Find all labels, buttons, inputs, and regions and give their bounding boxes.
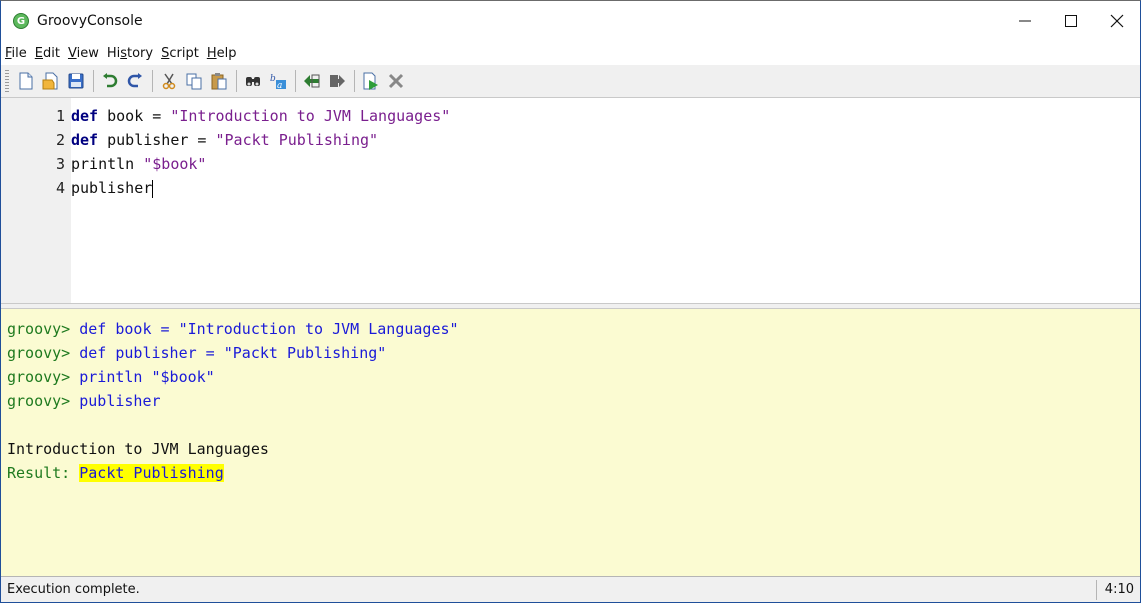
save-button[interactable]	[65, 70, 87, 92]
run-script-icon	[363, 72, 378, 90]
menu-history[interactable]: History	[107, 46, 153, 61]
maximize-button[interactable]	[1048, 1, 1094, 41]
toolbar-separator	[93, 70, 94, 92]
replace-icon: ba	[270, 74, 286, 90]
toolbar: ba	[1, 65, 1140, 98]
toolbar-separator	[354, 70, 355, 92]
history-next-icon	[330, 75, 345, 87]
window-controls	[1002, 1, 1140, 41]
svg-text:b: b	[270, 74, 276, 84]
undo-button[interactable]	[99, 70, 121, 92]
menu-help[interactable]: Help	[207, 46, 237, 61]
paste-button[interactable]	[208, 70, 230, 92]
status-message: Execution complete.	[7, 582, 140, 597]
minimize-button[interactable]	[1002, 1, 1048, 41]
console-prompt: groovy>	[7, 320, 71, 338]
code-area[interactable]: def book = "Introduction to JVM Language…	[71, 98, 1140, 303]
save-icon	[68, 73, 84, 89]
find-icon	[246, 77, 260, 86]
line-number: 2	[55, 131, 65, 149]
maximize-icon	[1065, 15, 1077, 27]
find-button[interactable]	[242, 70, 264, 92]
groovy-app-icon: G	[13, 13, 29, 29]
line-number: 3	[55, 155, 65, 173]
redo-button[interactable]	[124, 70, 146, 92]
caret-position: 4:10	[1095, 579, 1140, 600]
console-prompt: groovy>	[7, 344, 71, 362]
paste-icon	[211, 73, 227, 90]
new-file-button[interactable]	[15, 70, 37, 92]
line-number-gutter: 1 2 3 4	[1, 98, 71, 303]
keyword: def	[71, 131, 99, 149]
string-literal: "Packt Publishing"	[215, 131, 379, 149]
replace-button[interactable]: ba	[267, 70, 289, 92]
toolbar-separator	[236, 70, 237, 92]
string-literal: "$book"	[143, 155, 207, 173]
result-label: Result:	[7, 464, 80, 482]
window-title: GroovyConsole	[37, 13, 143, 29]
undo-icon	[103, 73, 118, 88]
minimize-icon	[1019, 20, 1031, 22]
output-pane[interactable]: groovy> def book = "Introduction to JVM …	[1, 309, 1140, 578]
code-line[interactable]: def book = "Introduction to JVM Language…	[71, 104, 1140, 128]
text-caret	[152, 179, 154, 198]
cut-button[interactable]	[158, 70, 180, 92]
close-button[interactable]	[1094, 1, 1140, 41]
menu-view[interactable]: View	[68, 46, 99, 61]
console-prompt: groovy>	[7, 392, 71, 410]
output-command-line: groovy> publisher	[7, 392, 161, 410]
keyword: def	[71, 107, 99, 125]
close-icon	[1110, 14, 1124, 28]
printed-output: Introduction to JVM Languages	[7, 440, 269, 458]
result-line: Result: Packt Publishing	[1, 461, 1140, 485]
menu-file[interactable]: File	[5, 46, 27, 61]
status-bar: Execution complete. 4:10	[1, 576, 1140, 602]
redo-icon	[127, 73, 142, 88]
interrupt-icon	[388, 73, 404, 89]
line-number: 1	[55, 107, 65, 125]
code-line[interactable]: publisher	[71, 176, 1140, 200]
svg-text:a: a	[277, 81, 282, 90]
history-next-button[interactable]	[326, 70, 348, 92]
string-literal: "Introduction to JVM Languages"	[170, 107, 451, 125]
output-command-line: groovy> println "$book"	[7, 368, 215, 386]
output-command-line: groovy> def publisher = "Packt Publishin…	[7, 344, 387, 362]
menu-edit[interactable]: Edit	[35, 46, 60, 61]
toolbar-grip[interactable]	[5, 70, 9, 92]
result-value: Packt Publishing	[79, 464, 224, 482]
history-previous-icon	[304, 74, 320, 88]
toolbar-separator	[295, 70, 296, 92]
history-previous-button[interactable]	[301, 70, 323, 92]
code-line[interactable]: def publisher = "Packt Publishing"	[71, 128, 1140, 152]
cut-icon	[162, 73, 176, 90]
menu-script[interactable]: Script	[161, 46, 199, 61]
copy-button[interactable]	[183, 70, 205, 92]
new-file-icon	[19, 72, 33, 90]
code-line[interactable]: println "$book"	[71, 152, 1140, 176]
menu-bar: File Edit View History Script Help	[1, 41, 1140, 65]
run-script-button[interactable]	[360, 70, 382, 92]
title-bar: G GroovyConsole	[1, 1, 1140, 41]
open-file-icon	[42, 72, 58, 90]
script-editor[interactable]: 1 2 3 4 def book = "Introduction to JVM …	[1, 98, 1140, 303]
groovy-console-window: G GroovyConsole File Edit View History S…	[0, 0, 1141, 603]
output-command-line: groovy> def book = "Introduction to JVM …	[7, 320, 459, 338]
console-prompt: groovy>	[7, 368, 71, 386]
interrupt-button[interactable]	[385, 70, 407, 92]
toolbar-separator	[152, 70, 153, 92]
open-file-button[interactable]	[40, 70, 62, 92]
output-blank-line	[1, 413, 1140, 437]
copy-icon	[186, 73, 202, 90]
line-number: 4	[55, 179, 65, 197]
